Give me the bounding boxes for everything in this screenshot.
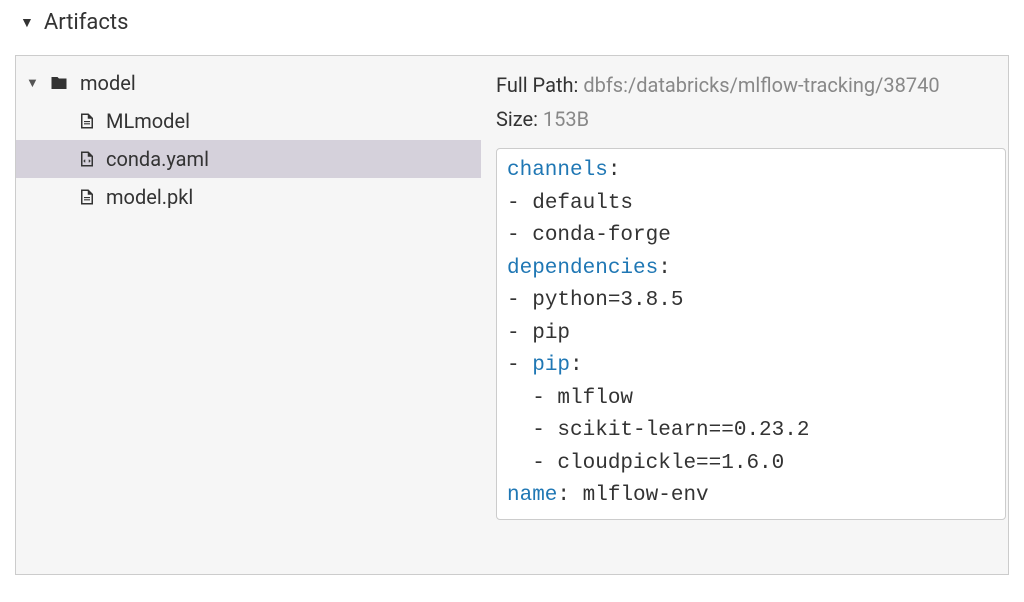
yaml-value: pip xyxy=(532,322,570,345)
full-path-row: Full Path: dbfs:/databricks/mlflow-track… xyxy=(496,68,1008,102)
yaml-value: mlflow xyxy=(557,387,633,410)
file-content-viewer[interactable]: channels: - defaults - conda-forge depen… xyxy=(496,148,1006,520)
file-icon xyxy=(78,110,96,132)
tree-file-conda-yaml[interactable]: conda.yaml xyxy=(16,140,481,178)
section-header[interactable]: ▼ Artifacts xyxy=(0,0,1024,45)
yaml-colon: : xyxy=(570,354,583,377)
size-row: Size: 153B xyxy=(496,102,1008,136)
yaml-dash: - xyxy=(507,192,532,215)
section-title: Artifacts xyxy=(44,10,129,35)
yaml-dash: - xyxy=(507,354,532,377)
full-path-label: Full Path: xyxy=(496,73,583,97)
detail-panel: Full Path: dbfs:/databricks/mlflow-track… xyxy=(481,56,1008,574)
full-path-value: dbfs:/databricks/mlflow-tracking/38740 xyxy=(583,73,939,97)
size-value: 153B xyxy=(543,107,589,131)
yaml-key: channels xyxy=(507,159,608,182)
tree-item-label: model.pkl xyxy=(106,185,193,209)
yaml-dash: - xyxy=(507,322,532,345)
caret-down-icon: ▼ xyxy=(26,75,44,91)
folder-icon xyxy=(48,74,70,92)
yaml-dash: - xyxy=(507,419,557,442)
yaml-value: mlflow-env xyxy=(583,484,709,507)
yaml-dash: - xyxy=(507,387,557,410)
yaml-value: defaults xyxy=(532,192,633,215)
yaml-dash: - xyxy=(507,289,532,312)
artifacts-panel: ▼ model MLmodel conda.yaml xyxy=(15,55,1009,575)
yaml-colon: : xyxy=(557,484,582,507)
code-file-icon xyxy=(78,148,96,170)
yaml-dash: - xyxy=(507,224,532,247)
tree-panel: ▼ model MLmodel conda.yaml xyxy=(16,56,481,574)
tree-file-model-pkl[interactable]: model.pkl xyxy=(16,178,481,216)
yaml-value: scikit-learn==0.23.2 xyxy=(557,419,809,442)
size-label: Size: xyxy=(496,107,543,131)
yaml-value: cloudpickle==1.6.0 xyxy=(557,452,784,475)
tree-item-label: MLmodel xyxy=(106,109,190,133)
tree-file-mlmodel[interactable]: MLmodel xyxy=(16,102,481,140)
yaml-value: conda-forge xyxy=(532,224,671,247)
yaml-key: pip xyxy=(532,354,570,377)
yaml-key: dependencies xyxy=(507,257,658,280)
detail-meta: Full Path: dbfs:/databricks/mlflow-track… xyxy=(496,68,1008,136)
file-icon xyxy=(78,186,96,208)
tree-folder-model[interactable]: ▼ model xyxy=(16,64,481,102)
yaml-key: name xyxy=(507,484,557,507)
yaml-colon: : xyxy=(608,159,621,182)
caret-down-icon: ▼ xyxy=(20,14,34,31)
yaml-dash: - xyxy=(507,452,557,475)
tree-item-label: conda.yaml xyxy=(106,147,209,171)
yaml-colon: : xyxy=(658,257,671,280)
tree-item-label: model xyxy=(80,71,136,95)
yaml-value: python=3.8.5 xyxy=(532,289,683,312)
